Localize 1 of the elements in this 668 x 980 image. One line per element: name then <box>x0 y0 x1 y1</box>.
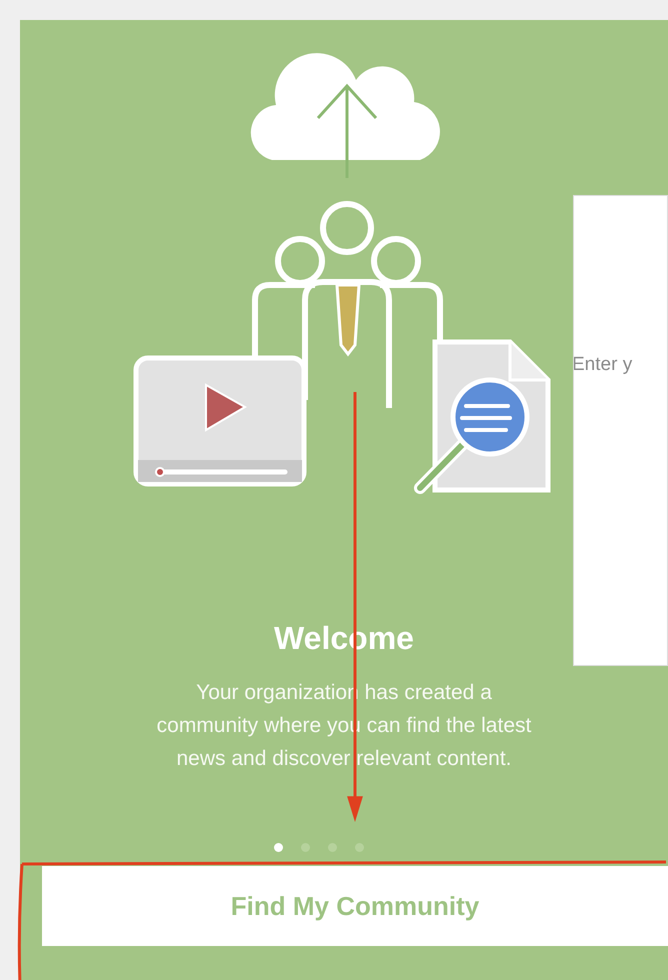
find-community-button[interactable]: Find My Community <box>42 866 668 946</box>
